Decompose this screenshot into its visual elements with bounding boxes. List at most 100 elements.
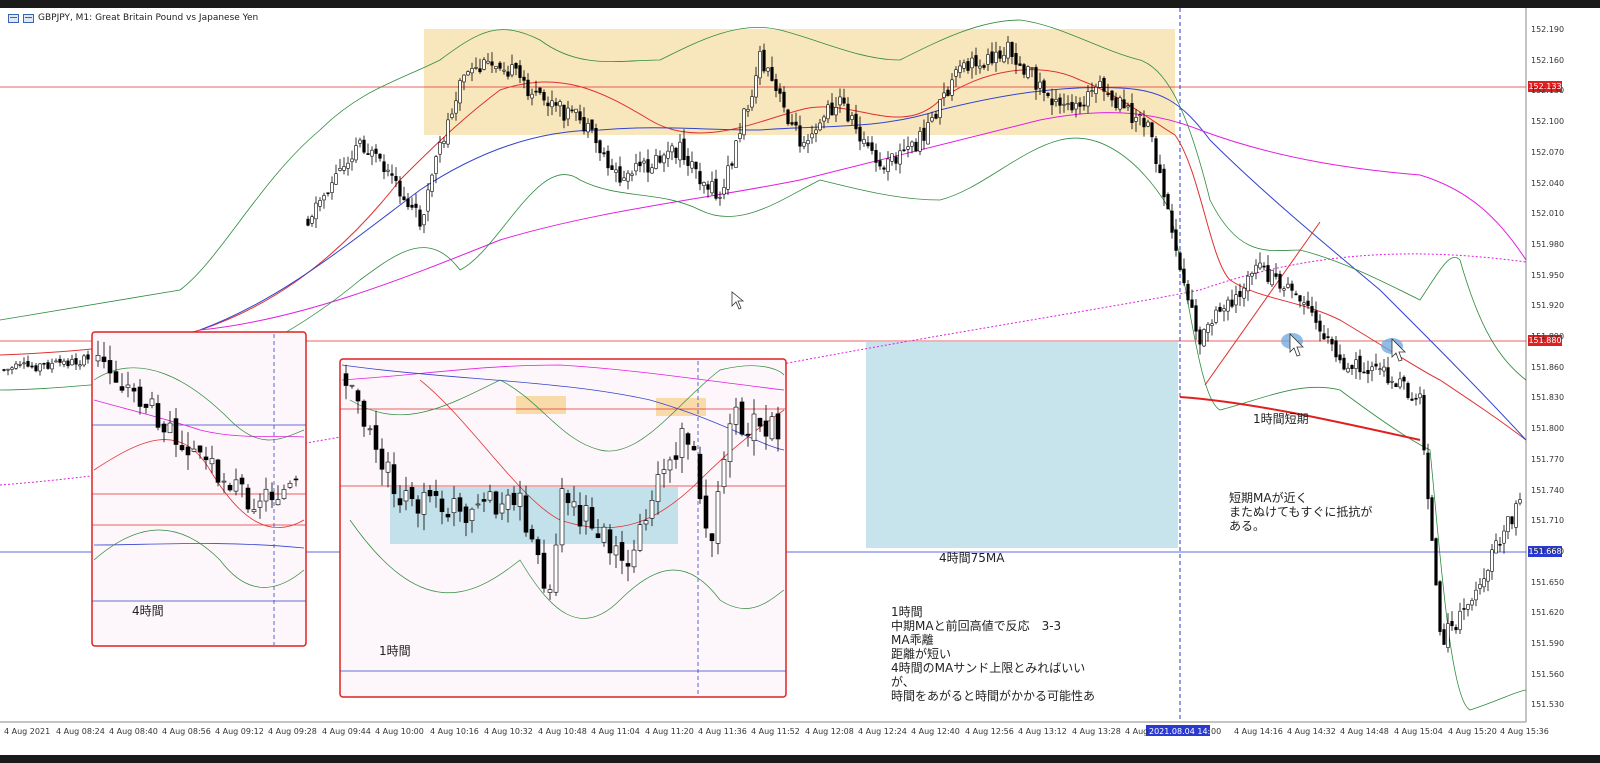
candle-body — [281, 489, 287, 499]
candle-body — [1410, 398, 1414, 401]
candle-body — [403, 490, 409, 502]
candle-body — [74, 358, 78, 365]
candle-body — [1058, 97, 1062, 106]
candle-body — [1246, 275, 1250, 292]
candle-body — [1266, 265, 1270, 282]
candle-body — [606, 150, 610, 169]
candle-body — [46, 362, 50, 369]
candle-body — [373, 425, 379, 450]
candle-body — [637, 524, 643, 551]
candle-body — [1390, 380, 1394, 383]
support-zone — [866, 342, 1178, 548]
candle-body — [838, 96, 842, 106]
candle-body — [466, 71, 470, 76]
candle-body — [125, 384, 131, 388]
candle-body — [70, 359, 74, 366]
time-axis-label: 4 Aug 12:40 — [911, 727, 960, 736]
candle-body — [1286, 283, 1290, 288]
candle-body — [1190, 299, 1194, 308]
candle-body — [326, 192, 330, 195]
candle-body — [462, 74, 466, 83]
main-chart[interactable] — [0, 8, 1600, 755]
price-axis-label: 151.860 — [1531, 362, 1565, 372]
time-axis-label: 4 Aug 14:32 — [1287, 727, 1336, 736]
candle-body — [670, 145, 674, 153]
candle-body — [802, 142, 806, 147]
candle-body — [355, 390, 361, 402]
candle-body — [571, 501, 577, 508]
candle-body — [834, 107, 838, 116]
candle-body — [589, 507, 595, 529]
candle-body — [62, 360, 66, 365]
candle-body — [1426, 452, 1430, 500]
candle-body — [1302, 302, 1306, 305]
candle-body — [547, 589, 553, 593]
time-axis-label: 4 Aug 11:52 — [751, 727, 800, 736]
time-axis-label: 4 Aug 11:04 — [591, 727, 640, 736]
candle-body — [414, 203, 418, 208]
candle-body — [1354, 359, 1358, 369]
candle-body — [463, 506, 469, 523]
candle-body — [1166, 194, 1170, 210]
candle-body — [343, 373, 349, 386]
candle-body — [511, 492, 517, 506]
candle-body — [1098, 81, 1102, 88]
candle-body — [718, 196, 722, 199]
candle-body — [830, 102, 834, 116]
candle-body — [161, 423, 167, 433]
candle-body — [1126, 105, 1130, 108]
candle-body — [1350, 365, 1354, 369]
candle-body — [650, 167, 654, 174]
candle-body — [34, 365, 38, 372]
candle-body — [1406, 383, 1410, 398]
candle-body — [506, 71, 510, 77]
candle-body — [1230, 299, 1234, 307]
time-axis-label: 4 Aug 11:36 — [698, 727, 747, 736]
time-axis-label: 4 Aug 15:36 — [1500, 727, 1549, 736]
candle-body — [1034, 67, 1038, 90]
price-axis-label: 151.980 — [1531, 239, 1565, 249]
candle-body — [318, 200, 322, 207]
candle-body — [167, 422, 173, 434]
candle-body — [910, 141, 914, 147]
candle-body — [601, 526, 607, 543]
candle-body — [1362, 371, 1366, 374]
candle-body — [378, 153, 382, 159]
candle-body — [1290, 283, 1294, 291]
candle-body — [1310, 306, 1314, 313]
candle-body — [1482, 578, 1486, 588]
time-axis-label: 4 Aug 09:44 — [322, 727, 371, 736]
candle-body — [766, 67, 770, 72]
candle-body — [1450, 621, 1454, 627]
candle-body — [1314, 310, 1318, 323]
candle-body — [586, 123, 590, 133]
candle-body — [1358, 355, 1362, 373]
candle-body — [457, 497, 463, 512]
candle-body — [1398, 378, 1402, 388]
candle-body — [1178, 252, 1182, 270]
candle-body — [862, 139, 866, 144]
candle-body — [590, 119, 594, 130]
candle-body — [1010, 42, 1014, 57]
candle-body — [730, 163, 734, 166]
inset-4h[interactable] — [91, 331, 307, 647]
candle-body — [770, 66, 774, 81]
candle-body — [566, 107, 570, 120]
candle-body — [751, 413, 757, 442]
candle-body — [1366, 369, 1370, 374]
candle-body — [1110, 90, 1114, 101]
price-axis-label: 151.800 — [1531, 424, 1565, 434]
candle-body — [694, 161, 698, 170]
candle-body — [1150, 122, 1154, 138]
candle-body — [1054, 98, 1058, 102]
candle-body — [1326, 336, 1330, 338]
candle-body — [107, 360, 113, 374]
candle-body — [233, 479, 239, 492]
candle-body — [686, 155, 690, 166]
candle-body — [438, 141, 442, 155]
time-axis-highlight-suffix: 00 — [1211, 727, 1222, 736]
candle-body — [1202, 329, 1206, 347]
candle-body — [38, 363, 42, 372]
candle-body — [970, 57, 974, 69]
candle-body — [565, 493, 571, 504]
